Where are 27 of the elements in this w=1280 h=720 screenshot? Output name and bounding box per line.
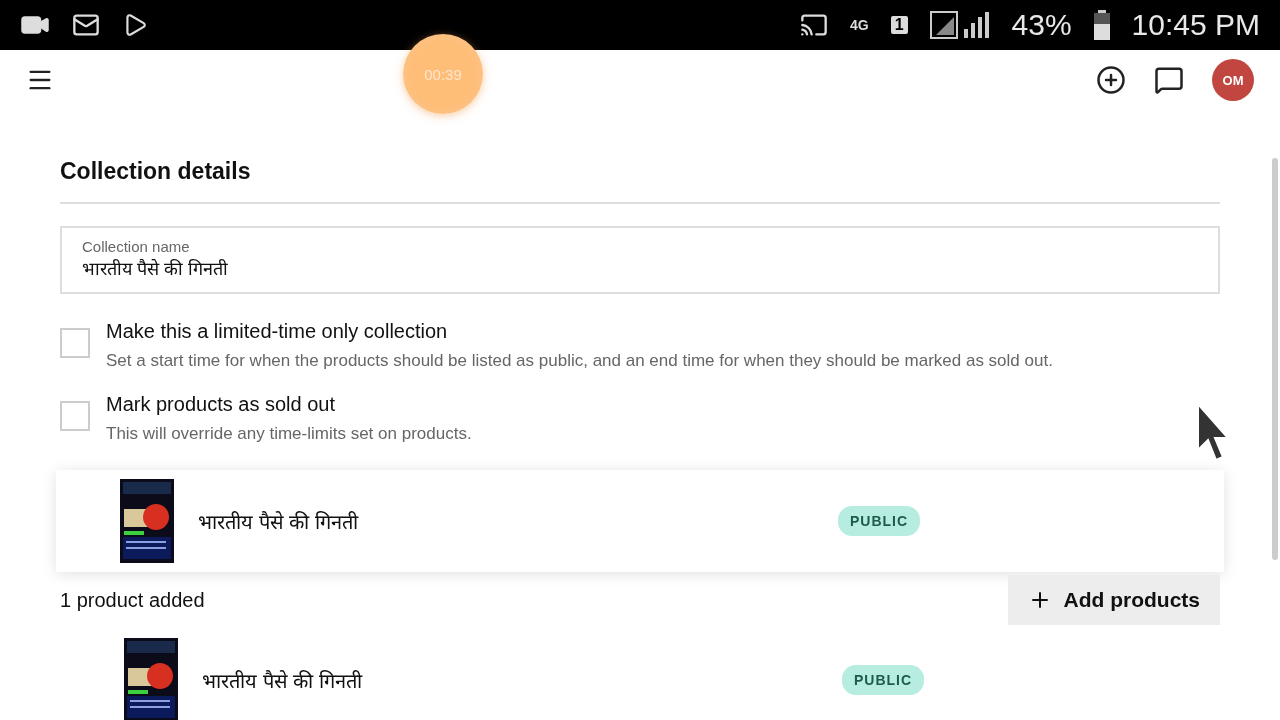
checkbox[interactable] bbox=[60, 328, 90, 358]
sim-indicator: 1 bbox=[890, 16, 908, 34]
signal-icon bbox=[929, 11, 990, 39]
option-label: Make this a limited-time only collection bbox=[106, 320, 449, 343]
product-name: भारतीय पैसे की गिनती bbox=[198, 509, 360, 535]
field-label: Collection name bbox=[82, 238, 191, 255]
product-name: भारतीय पैसे की गिनती bbox=[202, 668, 364, 694]
dragged-product-card[interactable]: भारतीय पैसे की गिनती PUBLIC bbox=[56, 470, 1224, 572]
status-badge: PUBLIC bbox=[842, 665, 925, 695]
option-description: This will override any time-limits set on products. bbox=[106, 424, 472, 444]
add-products-button[interactable]: Add products bbox=[1007, 575, 1220, 625]
status-badge: PUBLIC bbox=[838, 506, 921, 536]
collection-name-field[interactable]: Collection name भारतीय पैसे की गिनती bbox=[60, 226, 1220, 294]
option-label: Mark products as sold out bbox=[106, 393, 336, 416]
user-avatar[interactable]: OM bbox=[1212, 59, 1254, 101]
add-icon[interactable] bbox=[1096, 65, 1126, 95]
checkbox[interactable] bbox=[60, 401, 90, 431]
clock: 10:45 PM bbox=[1131, 8, 1260, 42]
section-title: Collection details bbox=[60, 158, 1220, 204]
collection-name-input[interactable]: भारतीय पैसे की गिनती bbox=[82, 257, 1198, 278]
chat-icon[interactable] bbox=[1154, 65, 1184, 95]
products-count: 1 product added bbox=[60, 588, 205, 612]
battery-percent: 43% bbox=[1011, 8, 1072, 42]
scrollbar[interactable] bbox=[1272, 158, 1278, 560]
battery-icon bbox=[1093, 10, 1110, 40]
option-description: Set a start time for when the products should be listed as public, and an end time for when they should be marked as sold out. bbox=[106, 351, 1053, 371]
network-type: 4G bbox=[849, 17, 869, 33]
